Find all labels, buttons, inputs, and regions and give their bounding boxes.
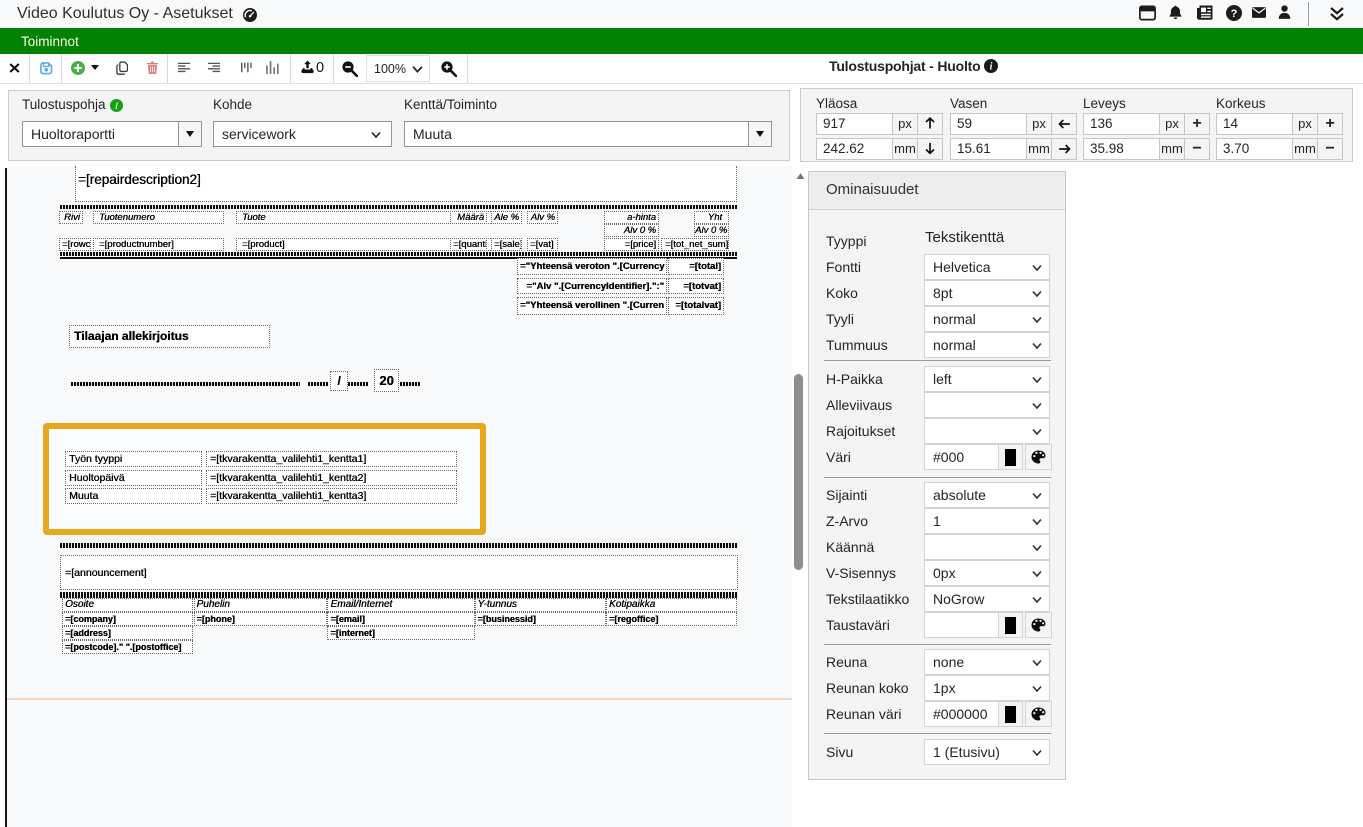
svg-text:i: i (115, 102, 118, 112)
svg-text:?: ? (1231, 8, 1238, 20)
svg-text:i: i (990, 62, 993, 73)
